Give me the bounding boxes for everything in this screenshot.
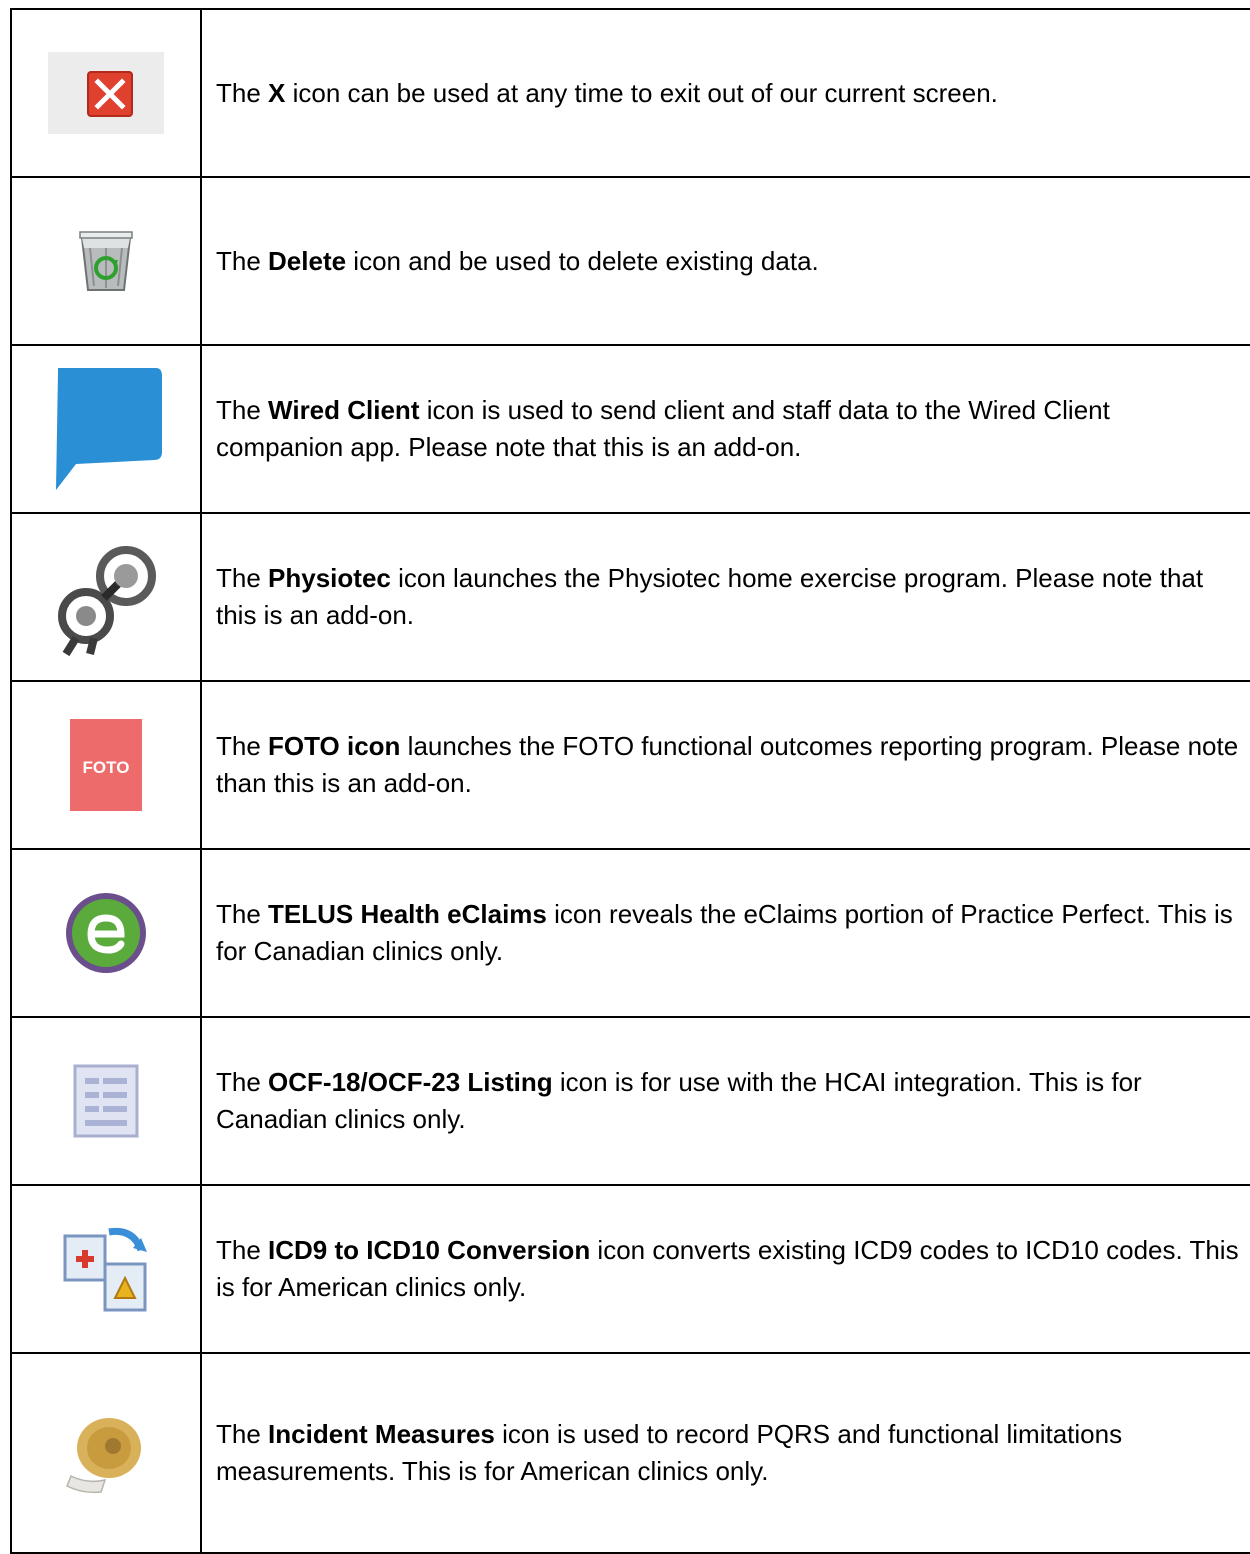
icon-cell (10, 848, 202, 1018)
table-row: The Physiotec icon launches the Physiote… (10, 512, 1250, 682)
icon-name: FOTO icon (268, 731, 401, 761)
icon-cell (10, 512, 202, 682)
icon-name: OCF-18/OCF-23 Listing (268, 1067, 553, 1097)
close-icon (48, 52, 164, 134)
table-row: The Incident Measures icon is used to re… (10, 1352, 1250, 1554)
foto-icon: FOTO (70, 719, 142, 811)
ocf-listing-document-icon (73, 1064, 139, 1138)
description-rest: icon and be used to delete existing data… (346, 245, 819, 276)
icon-cell (10, 176, 202, 346)
icon-cell (10, 1352, 202, 1554)
description-prefix: The (216, 1235, 269, 1265)
description-prefix: The (216, 899, 269, 929)
description-rest: icon can be used at any time to exit out… (285, 77, 998, 108)
description-prefix: The (216, 245, 269, 276)
description-prefix: The (216, 563, 269, 593)
row-description: The FOTO icon launches the FOTO function… (200, 680, 1250, 850)
row-description: The X icon can be used at any time to ex… (200, 8, 1250, 178)
icon-cell: FOTO (10, 680, 202, 850)
row-description: The TELUS Health eClaims icon reveals th… (200, 848, 1250, 1018)
description-prefix: The (216, 77, 269, 108)
table-row: The Wired Client icon is used to send cl… (10, 344, 1250, 514)
measuring-tape-icon (61, 1410, 151, 1496)
icon-cell (10, 1016, 202, 1186)
row-description: The Wired Client icon is used to send cl… (200, 344, 1250, 514)
table-row: The TELUS Health eClaims icon reveals th… (10, 848, 1250, 1018)
row-description: The OCF-18/OCF-23 Listing icon is for us… (200, 1016, 1250, 1186)
icon-reference-table: The X icon can be used at any time to ex… (10, 8, 1250, 1554)
table-row: FOTO The FOTO icon launches the FOTO fun… (10, 680, 1250, 850)
description-prefix: The (216, 1067, 269, 1097)
icon-name: Wired Client (268, 395, 420, 425)
description-prefix: The (216, 731, 269, 761)
icon-name: Incident Measures (268, 1419, 495, 1449)
icon-cell (10, 344, 202, 514)
icon-name: ICD9 to ICD10 Conversion (268, 1235, 591, 1265)
row-description: The Physiotec icon launches the Physiote… (200, 512, 1250, 682)
table-row: The ICD9 to ICD10 Conversion icon conver… (10, 1184, 1250, 1354)
icon-name: TELUS Health eClaims (268, 899, 547, 929)
icon-name: Physiotec (268, 563, 391, 593)
foto-icon-text: FOTO (83, 758, 130, 777)
row-description: The Incident Measures icon is used to re… (200, 1352, 1250, 1554)
table-row: The Delete icon and be used to delete ex… (10, 176, 1250, 346)
table-row: The OCF-18/OCF-23 Listing icon is for us… (10, 1016, 1250, 1186)
description-prefix: The (216, 395, 269, 425)
row-description: The Delete icon and be used to delete ex… (200, 176, 1250, 346)
row-description: The ICD9 to ICD10 Conversion icon conver… (200, 1184, 1250, 1354)
physiotec-icon (46, 538, 166, 656)
icon-cell (10, 1184, 202, 1354)
delete-recycle-bin-icon (74, 226, 138, 296)
telus-eclaims-icon (63, 890, 149, 976)
wired-client-speech-bubble-icon (46, 364, 166, 494)
table-row: The X icon can be used at any time to ex… (10, 8, 1250, 178)
icd-conversion-icon (61, 1224, 151, 1314)
icon-cell (10, 8, 202, 178)
icon-name: X (268, 77, 286, 108)
icon-name: Delete (268, 245, 347, 276)
description-prefix: The (216, 1419, 269, 1449)
